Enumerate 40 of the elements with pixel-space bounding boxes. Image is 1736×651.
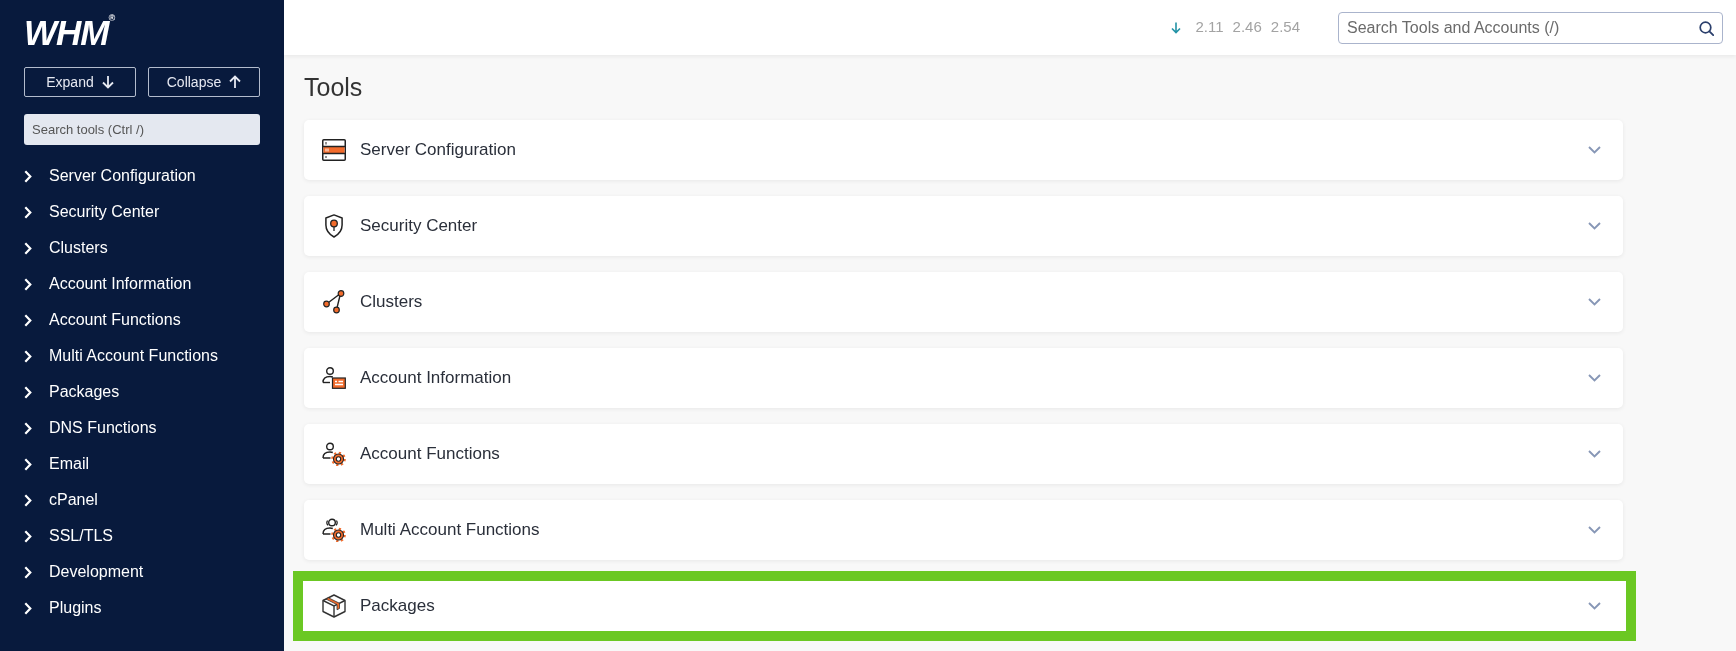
sidebar-item[interactable]: Clusters xyxy=(24,230,108,266)
sidebar-item[interactable]: Account Information xyxy=(24,266,192,302)
load-average: 2.46 xyxy=(1232,17,1262,38)
connected-nodes-icon xyxy=(323,290,345,314)
sidebar-item[interactable]: Server Configuration xyxy=(24,158,196,194)
sidebar-item[interactable]: Account Functions xyxy=(24,302,181,338)
section-header[interactable]: Packages xyxy=(293,571,1636,641)
section-header[interactable]: Server Configuration xyxy=(304,120,1623,180)
person-gear-icon xyxy=(322,442,346,466)
sidebar-item[interactable]: DNS Functions xyxy=(24,410,157,446)
section-header[interactable]: Account Functions xyxy=(304,424,1623,484)
section-header[interactable]: Multi Account Functions xyxy=(304,500,1623,560)
sidebar-item[interactable]: SSL/TLS xyxy=(24,518,114,554)
section-header[interactable]: Security Center xyxy=(304,196,1623,256)
search-icon[interactable] xyxy=(1699,20,1714,36)
search-field[interactable]: Search tools (Ctrl /) xyxy=(24,114,260,145)
sidebar-item[interactable]: Development xyxy=(24,554,144,590)
person-card-icon xyxy=(322,367,346,389)
arrow-down-icon xyxy=(101,75,114,89)
load-average: 2.11 xyxy=(1195,17,1224,38)
sidebar-item[interactable]: Email xyxy=(24,446,89,482)
page-title: Tools xyxy=(304,72,363,103)
sidebar-item[interactable]: Security Center xyxy=(24,194,160,230)
server-rack-icon xyxy=(322,139,346,161)
section-header[interactable]: Account Information xyxy=(304,348,1623,408)
load-average: 2.54 xyxy=(1270,17,1300,38)
logo[interactable]: WHM$^{®}$ xyxy=(24,16,115,50)
sidebar-item[interactable]: Packages xyxy=(24,374,120,410)
section-header[interactable]: Clusters xyxy=(304,272,1623,332)
sidebar-item[interactable]: Multi Account Functions xyxy=(24,338,218,374)
sidebar-item[interactable]: cPanel xyxy=(24,482,98,518)
arrow-down-icon xyxy=(1170,21,1181,34)
collapse-button[interactable]: Collapse xyxy=(148,67,260,97)
shield-pin-icon xyxy=(325,214,343,238)
people-gear-icon xyxy=(322,518,346,542)
search-field[interactable]: Search Tools and Accounts (/) xyxy=(1338,11,1723,44)
box-icon xyxy=(322,594,346,618)
expand-button[interactable]: Expand xyxy=(24,67,136,97)
sidebar-item[interactable]: Plugins xyxy=(24,590,102,626)
arrow-up-icon xyxy=(229,75,242,89)
